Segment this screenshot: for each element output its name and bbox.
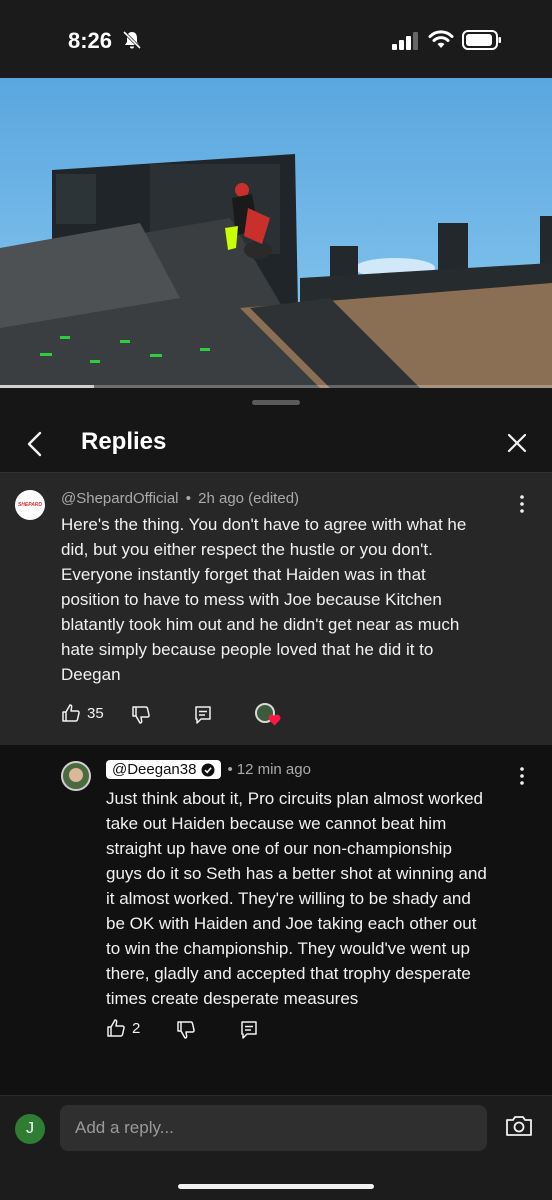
reply-icon[interactable] [193, 705, 213, 725]
comment-line: to win the championship. They would've w… [106, 939, 470, 958]
thumbs-down-icon[interactable] [131, 705, 151, 725]
more-vertical-icon[interactable] [519, 767, 525, 785]
status-time: 8:26 [68, 28, 113, 53]
like-button[interactable]: 2 [106, 1018, 140, 1038]
bell-off-icon [122, 30, 142, 50]
creator-handle-chip[interactable]: @Deegan38 [106, 760, 222, 779]
comment-line: guys do it so Seth has a better shot at … [106, 864, 487, 883]
comment-meta: @ShepardOfficial • 2h ago (edited) [61, 490, 299, 507]
reply-input[interactable] [60, 1105, 487, 1151]
reply-composer: J [0, 1095, 552, 1200]
thumbs-up-icon [107, 1019, 125, 1037]
reply-icon[interactable] [239, 1020, 259, 1040]
comment-time: 12 min ago [236, 761, 311, 778]
video-player[interactable] [0, 78, 552, 388]
replies-sheet: Replies SHEPARD @ShepardOfficial • 2h ag… [0, 388, 552, 1200]
user-initial: J [26, 1120, 34, 1137]
close-icon[interactable] [502, 428, 532, 458]
comment-line: Just think about it, Pro circuits plan a… [106, 789, 483, 808]
avatar[interactable] [61, 761, 91, 791]
reply-comment: @Deegan38 • 12 min ago Just think about … [0, 745, 552, 1095]
comment-meta: @Deegan38 • 12 min ago [106, 760, 311, 779]
meta-separator: • [227, 761, 233, 778]
heart-icon [268, 714, 281, 726]
comment-line: straight up have one of our non-champion… [106, 839, 452, 858]
parent-comment: SHEPARD @ShepardOfficial • 2h ago (edite… [0, 473, 552, 745]
comment-line: Deegan [61, 665, 121, 684]
comment-text: Just think about it, Pro circuits plan a… [106, 786, 536, 1011]
sheet-title: Replies [81, 428, 167, 455]
camera-icon[interactable] [505, 1114, 533, 1138]
comment-line: did, but you either respect the hustle o… [61, 540, 433, 559]
comment-line: it almost worked. They're willing to be … [106, 889, 471, 908]
cellular-signal-icon [392, 32, 418, 50]
comment-line: Here's the thing. You don't have to agre… [61, 515, 467, 534]
like-count: 35 [87, 704, 104, 722]
comment-line: hate simply because people loved that he… [61, 640, 434, 659]
comment-time: 2h ago (edited) [198, 490, 300, 507]
comment-line: there, gladly and accepted that trophy d… [106, 964, 471, 983]
comment-line: take out Haiden because we cannot beat h… [106, 814, 447, 833]
comment-text: Here's the thing. You don't have to agre… [61, 512, 531, 687]
comment-line: position to have to mess with Joe becaus… [61, 590, 442, 609]
comment-author: @Deegan38 [112, 761, 197, 778]
back-arrow-icon[interactable] [20, 428, 52, 460]
user-avatar[interactable]: J [15, 1114, 45, 1144]
thumbs-down-icon[interactable] [176, 1020, 196, 1040]
comment-line: blatantly took him out and he didn't get… [61, 615, 460, 634]
comment-line: Everyone instantly forget that Haiden wa… [61, 565, 426, 584]
avatar-logo-text: SHEPARD [17, 502, 43, 508]
drag-handle[interactable] [252, 400, 300, 405]
verified-check-icon [201, 763, 215, 776]
comment-line: be OK with Haiden and Joe taking each ot… [106, 914, 477, 933]
wifi-icon [428, 30, 454, 48]
battery-icon [462, 30, 501, 50]
more-vertical-icon[interactable] [519, 495, 525, 513]
like-button[interactable]: 35 [61, 703, 104, 723]
thumbs-up-icon [62, 704, 80, 722]
meta-separator: • [185, 490, 191, 507]
comment-line: times create desperate measures [106, 989, 359, 1008]
status-bar: 8:26 [0, 0, 552, 78]
video-frame [0, 78, 552, 388]
home-indicator[interactable] [178, 1184, 374, 1189]
avatar-figure [69, 768, 83, 782]
creator-heart-badge [255, 703, 283, 727]
comment-author[interactable]: @ShepardOfficial [61, 490, 179, 507]
like-count: 2 [132, 1019, 141, 1037]
avatar[interactable]: SHEPARD [15, 490, 45, 520]
